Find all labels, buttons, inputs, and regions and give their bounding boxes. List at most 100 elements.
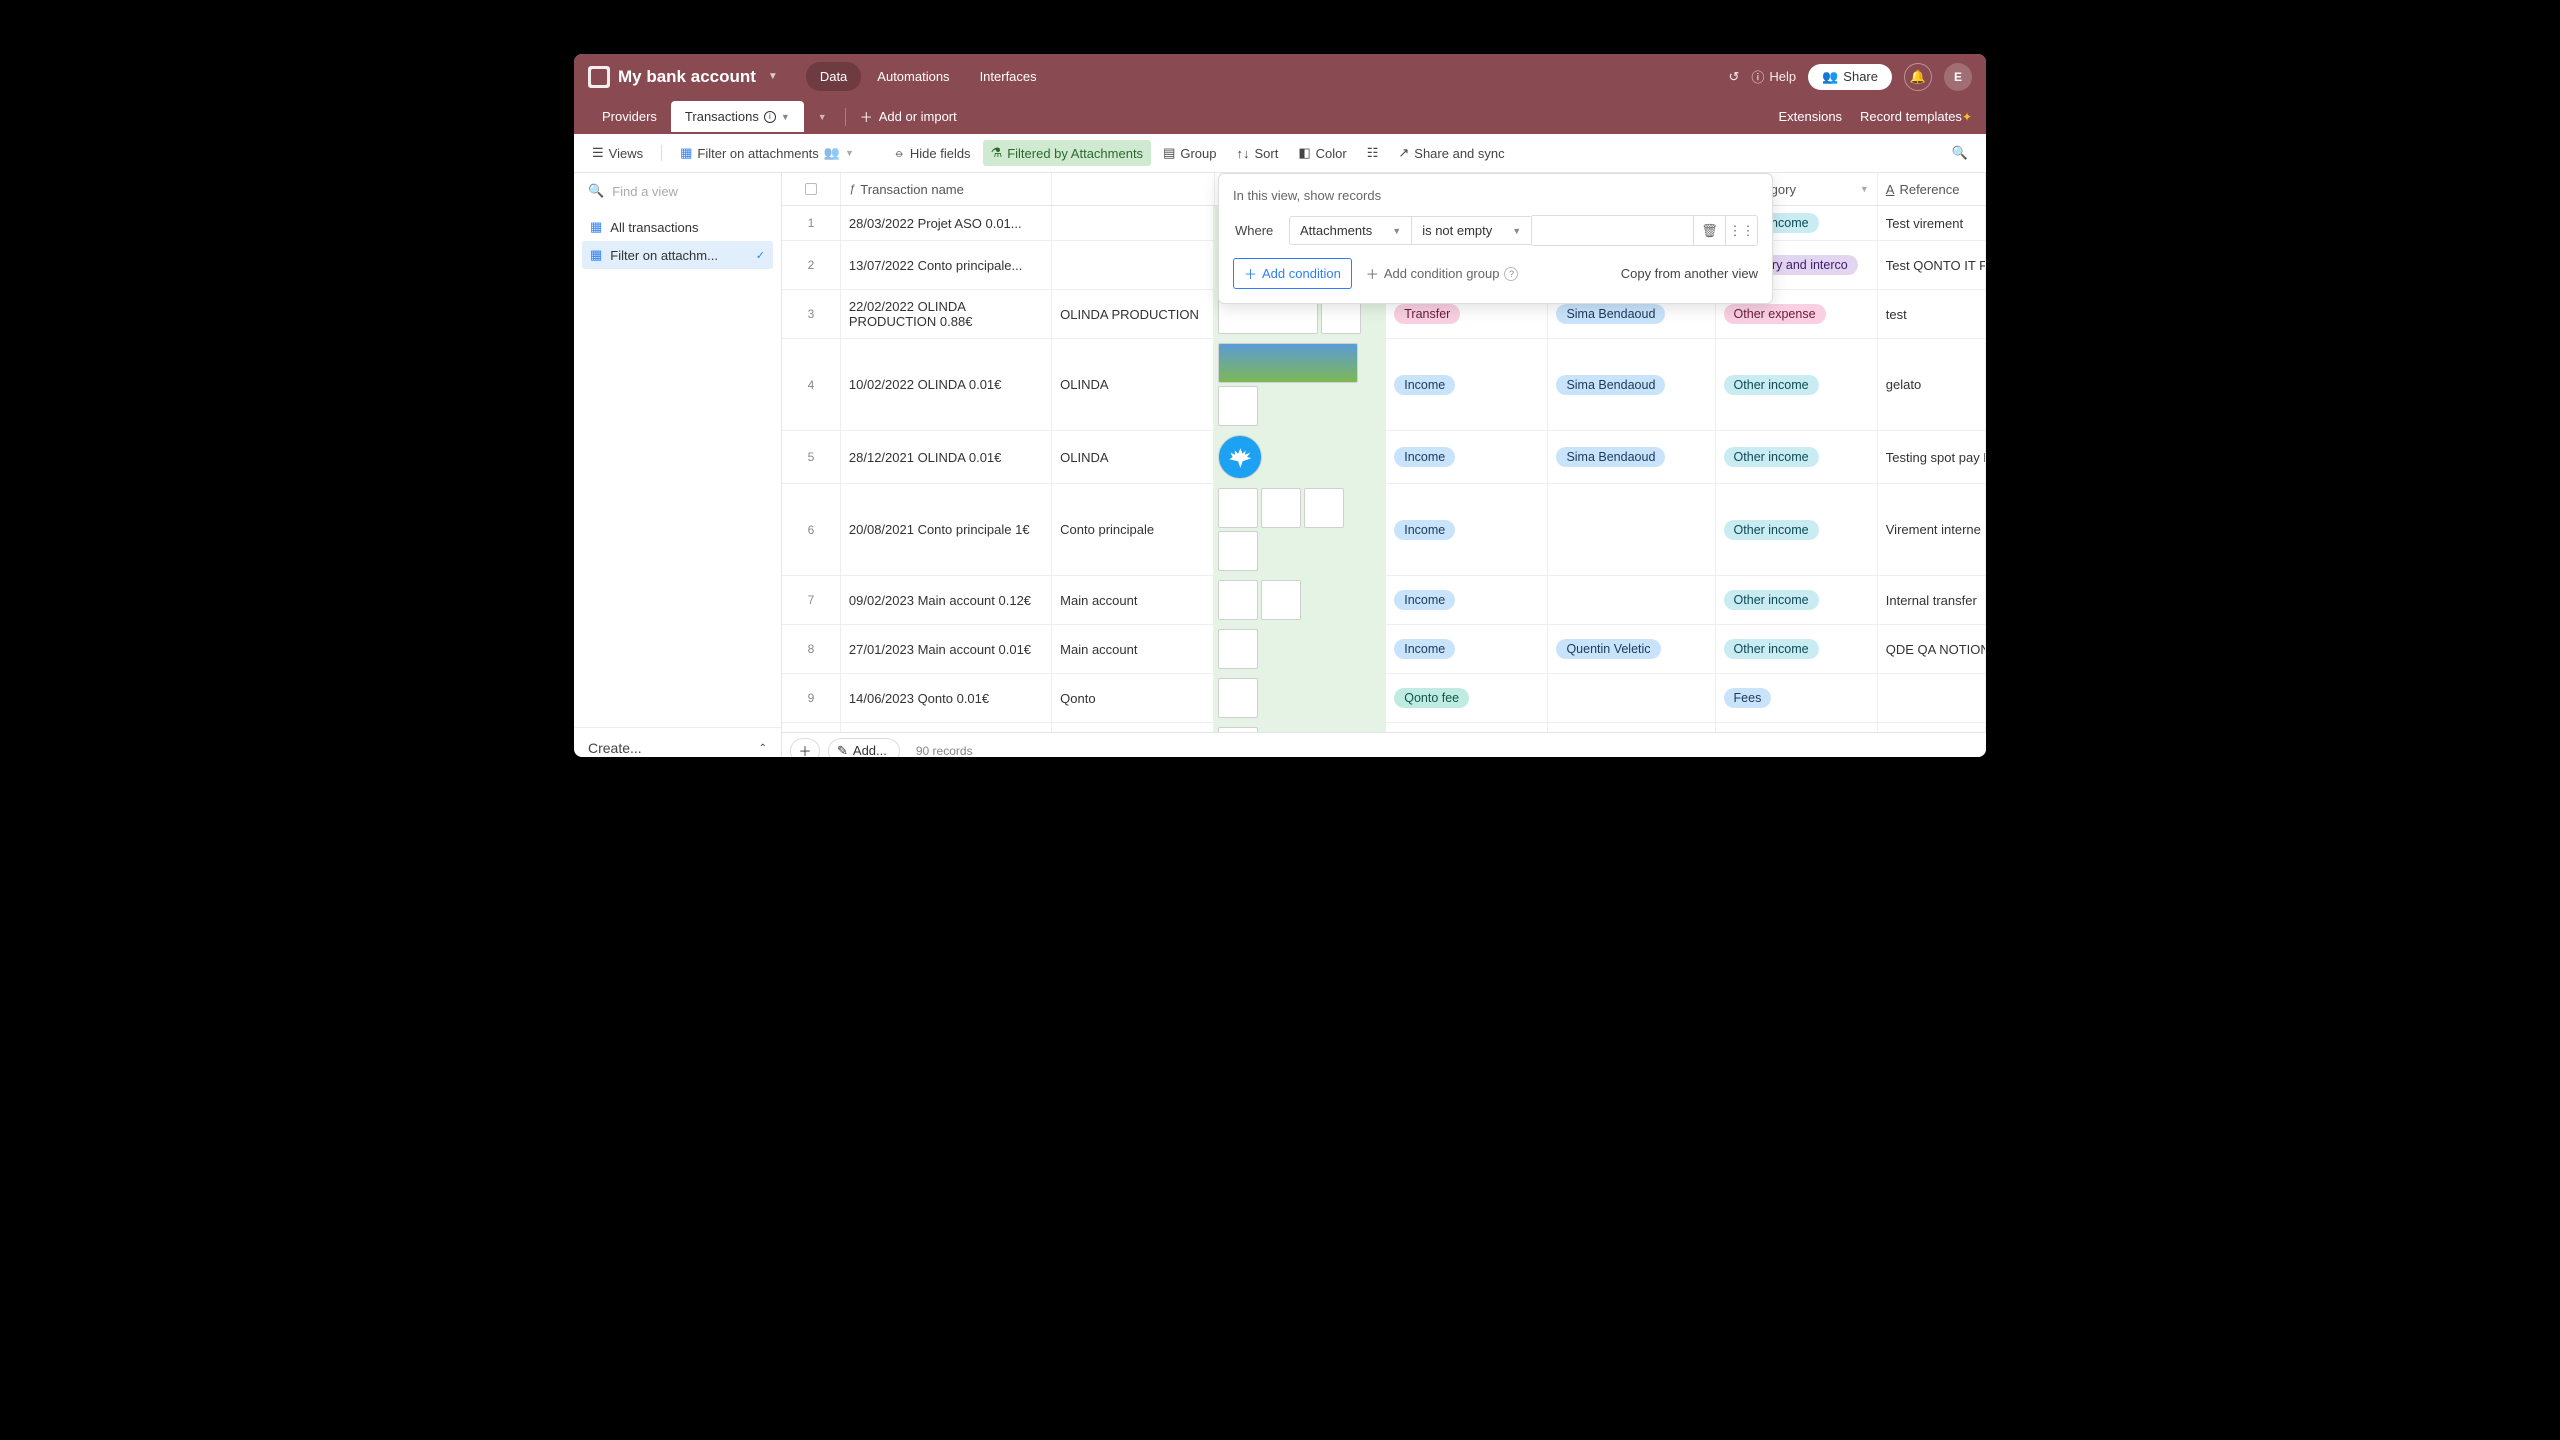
cell-category[interactable]: Other income (1716, 431, 1878, 483)
cell-transaction-name[interactable]: 28/03/2022 Projet ASO 0.01... (841, 206, 1052, 240)
cell-attachments[interactable] (1214, 625, 1386, 673)
cell-counterparty[interactable] (1052, 241, 1214, 289)
cell-category[interactable]: Fees (1716, 674, 1878, 722)
cell-attachments[interactable] (1214, 576, 1386, 624)
cell-transaction-name[interactable]: 22/02/2022 OLINDA PRODUCTION 0.88€ (841, 290, 1052, 338)
table-tab-transactions[interactable]: Transactions i ▼ (671, 101, 804, 132)
base-logo-icon[interactable] (588, 66, 610, 88)
cell-type[interactable]: Income (1386, 625, 1548, 673)
cell-type[interactable]: Income (1386, 576, 1548, 624)
hide-fields-button[interactable]: ⦵Hide fields (886, 140, 979, 166)
add-record-button[interactable]: ＋ (790, 738, 820, 758)
view-filter-attachments[interactable]: ▦ Filter on attachm... ✓ (582, 241, 773, 269)
add-condition-button[interactable]: ＋Add condition (1233, 258, 1352, 289)
cell-reference[interactable]: gelato (1878, 339, 1986, 430)
color-button[interactable]: ◧Color (1290, 140, 1354, 166)
cell-type[interactable]: Income (1386, 339, 1548, 430)
history-icon[interactable]: ↺ (1728, 69, 1739, 85)
chevron-down-icon[interactable]: ▼ (781, 112, 790, 122)
help-link[interactable]: ⓘHelp (1751, 67, 1796, 86)
cell-initiator[interactable] (1548, 576, 1715, 624)
attachment-thumbnail[interactable] (1304, 488, 1344, 528)
find-view-input[interactable]: 🔍 Find a view (574, 173, 781, 209)
copy-from-view-button[interactable]: Copy from another view (1621, 266, 1758, 281)
cell-counterparty[interactable]: Conto principale (1052, 484, 1214, 575)
cell-reference[interactable]: test (1878, 290, 1986, 338)
cell-attachments[interactable] (1214, 674, 1386, 722)
share-button[interactable]: 👥Share (1808, 64, 1892, 90)
cell-reference[interactable]: Internal transfer (1878, 576, 1986, 624)
attachment-thumbnail[interactable] (1218, 343, 1358, 383)
table-row[interactable]: 620/08/2021 Conto principale 1€Conto pri… (782, 484, 1986, 576)
cell-category[interactable]: Other income (1716, 339, 1878, 430)
cell-attachments[interactable] (1214, 431, 1386, 483)
view-all-transactions[interactable]: ▦ All transactions (582, 213, 773, 241)
cell-counterparty[interactable]: OLINDA (1052, 431, 1214, 483)
select-all-checkbox[interactable] (805, 183, 817, 195)
attachment-thumbnail[interactable] (1261, 488, 1301, 528)
cell-transaction-name[interactable]: 10/02/2022 OLINDA 0.01€ (841, 339, 1052, 430)
group-button[interactable]: ▤Group (1155, 140, 1224, 166)
cell-reference[interactable]: Test QONTO IT F GSheet (1878, 241, 1986, 289)
attachment-thumbnail[interactable] (1218, 678, 1258, 718)
attachment-thumbnail[interactable] (1218, 531, 1258, 571)
table-row[interactable]: 410/02/2022 OLINDA 0.01€OLINDAIncomeSima… (782, 339, 1986, 431)
cell-type[interactable]: Income (1386, 431, 1548, 483)
notifications-icon[interactable]: 🔔 (1904, 63, 1932, 91)
attachment-thumbnail[interactable] (1218, 386, 1258, 426)
cell-attachments[interactable] (1214, 339, 1386, 430)
attachment-thumbnail[interactable] (1218, 629, 1258, 669)
add-dropdown-button[interactable]: ✎Add... (828, 738, 900, 758)
cell-category[interactable]: Other income (1716, 484, 1878, 575)
table-dropdown[interactable]: ▼ (804, 104, 841, 130)
cell-reference[interactable]: Virement interne (1878, 484, 1986, 575)
cell-transaction-name[interactable]: 09/02/2023 Main account 0.12€ (841, 576, 1052, 624)
attachment-thumbnail[interactable] (1218, 580, 1258, 620)
cell-reference[interactable] (1878, 674, 1986, 722)
add-import-button[interactable]: ＋Add or import (850, 99, 967, 134)
row-height-button[interactable]: ☷ (1359, 140, 1387, 166)
attachment-thumbnail[interactable] (1218, 488, 1258, 528)
share-sync-button[interactable]: ↗Share and sync (1390, 140, 1512, 166)
column-counterparty[interactable] (1052, 173, 1214, 205)
attachment-thumbnail[interactable] (1218, 435, 1262, 479)
avatar[interactable]: E (1944, 63, 1972, 91)
views-button[interactable]: ☰Views (584, 140, 651, 166)
search-button[interactable]: 🔍 (1944, 140, 1976, 166)
table-row[interactable]: 827/01/2023 Main account 0.01€Main accou… (782, 625, 1986, 674)
condition-value-input[interactable] (1532, 215, 1694, 246)
nav-automations[interactable]: Automations (863, 62, 963, 91)
cell-counterparty[interactable]: Main account (1052, 576, 1214, 624)
cell-category[interactable]: Other income (1716, 625, 1878, 673)
table-row[interactable]: 914/06/2023 Qonto 0.01€QontoQonto feeFee… (782, 674, 1986, 723)
record-templates-link[interactable]: Record templates✦ (1860, 109, 1972, 124)
nav-interfaces[interactable]: Interfaces (966, 62, 1051, 91)
cell-counterparty[interactable]: OLINDA (1052, 339, 1214, 430)
delete-condition-button[interactable]: 🗑 (1694, 215, 1726, 246)
table-tab-providers[interactable]: Providers (588, 101, 671, 132)
cell-reference[interactable]: Testing spot pay Prod (1878, 431, 1986, 483)
nav-data[interactable]: Data (806, 62, 861, 91)
cell-transaction-name[interactable]: 28/12/2021 OLINDA 0.01€ (841, 431, 1052, 483)
column-transaction-name[interactable]: ƒTransaction name (841, 173, 1052, 205)
base-dropdown-icon[interactable]: ▼ (768, 71, 778, 82)
cell-counterparty[interactable]: OLINDA PRODUCTION (1052, 290, 1214, 338)
cell-initiator[interactable] (1548, 484, 1715, 575)
cell-transaction-name[interactable]: 14/06/2023 Qonto 0.01€ (841, 674, 1052, 722)
cell-initiator[interactable]: Sima Bendaoud (1548, 339, 1715, 430)
extensions-link[interactable]: Extensions (1778, 109, 1842, 124)
cell-type[interactable]: Income (1386, 484, 1548, 575)
cell-initiator[interactable] (1548, 674, 1715, 722)
column-reference[interactable]: AReference (1878, 173, 1986, 205)
cell-attachments[interactable] (1214, 484, 1386, 575)
table-row[interactable]: 528/12/2021 OLINDA 0.01€OLINDAIncomeSima… (782, 431, 1986, 484)
create-view-button[interactable]: Create... ⌃ (574, 727, 781, 757)
cell-transaction-name[interactable]: 20/08/2021 Conto principale 1€ (841, 484, 1052, 575)
cell-type[interactable]: Qonto fee (1386, 674, 1548, 722)
chevron-down-icon[interactable]: ▼ (1860, 184, 1869, 194)
view-name-dropdown[interactable]: ▦ Filter on attachments 👥 ▼ (672, 140, 862, 166)
drag-condition-handle[interactable]: ⋮⋮ (1726, 215, 1758, 246)
sort-button[interactable]: ↑↓Sort (1229, 141, 1287, 166)
cell-transaction-name[interactable]: 13/07/2022 Conto principale... (841, 241, 1052, 289)
base-title[interactable]: My bank account (618, 67, 756, 87)
